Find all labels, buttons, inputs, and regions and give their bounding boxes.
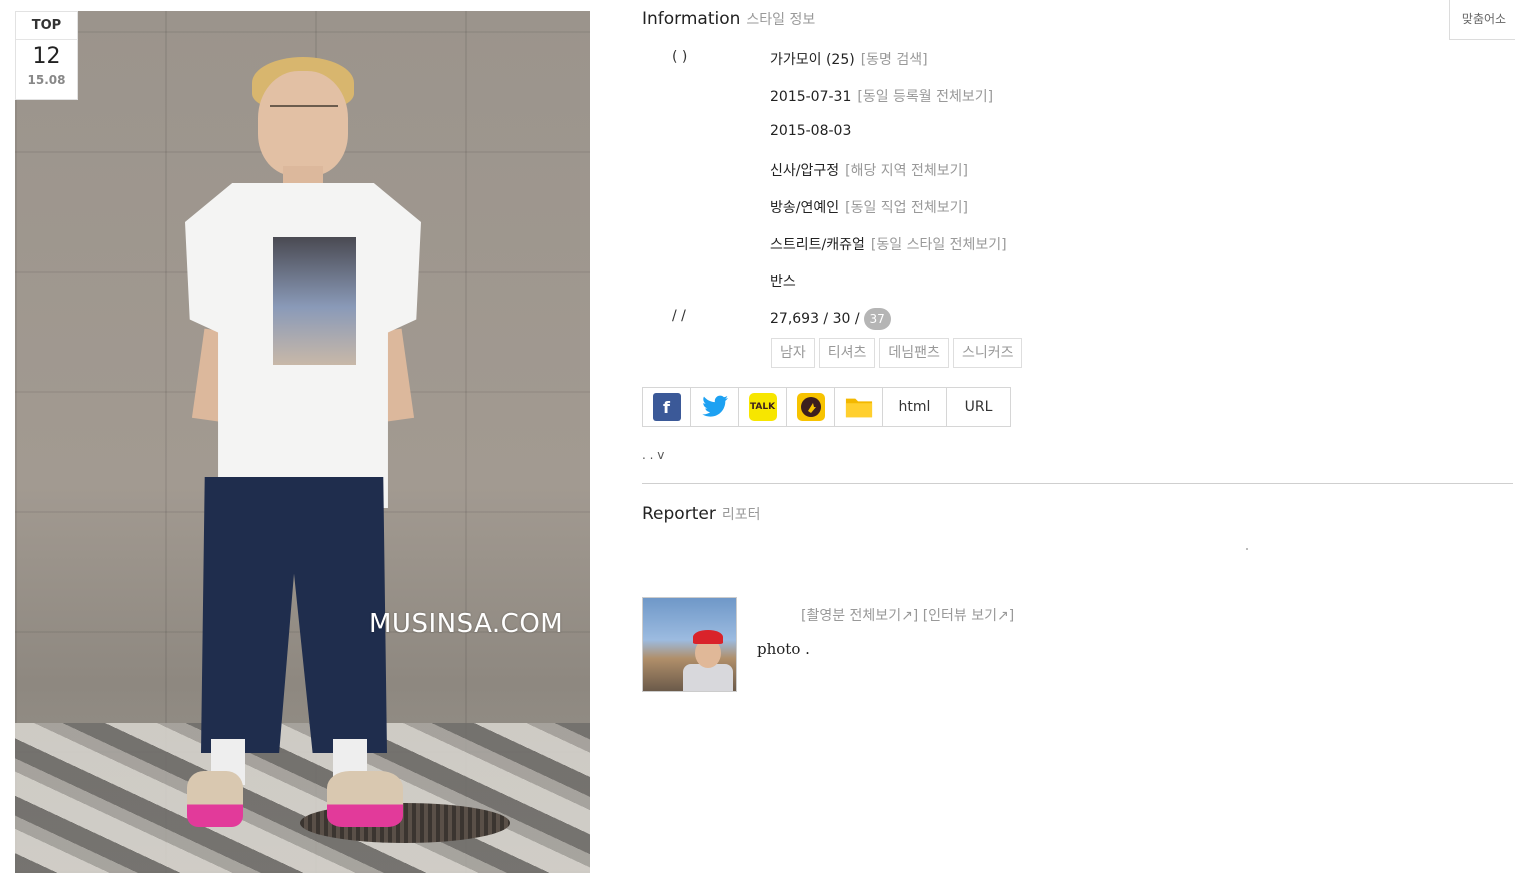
- top-badge-label: TOP: [31, 18, 62, 33]
- decorative-dot: [1246, 548, 1248, 550]
- reporter-title: Reporter: [642, 504, 716, 524]
- info-value-text: 스트리트/캐쥬얼: [770, 237, 865, 253]
- comment-count-badge[interactable]: 37: [863, 308, 891, 330]
- same-style-link[interactable]: [동일 스타일 전체보기]: [871, 237, 1007, 253]
- info-row-brand: 반스: [642, 271, 1502, 295]
- info-value-text: 2015-08-03: [770, 123, 852, 139]
- info-value-text: 반스: [770, 274, 796, 290]
- info-value-text: 방송/연예인: [770, 200, 840, 216]
- info-label: ( ): [672, 49, 688, 65]
- share-facebook-button[interactable]: f: [643, 388, 691, 426]
- tag-item[interactable]: 데님팬츠: [879, 338, 949, 368]
- info-value: 방송/연예인 [동일 직업 전체보기]: [770, 197, 968, 217]
- info-row-name: ( ) 가가모이 (25) [동명 검색]: [642, 49, 1502, 73]
- info-row-stats: / / 27,693 / 30 /37: [642, 308, 1502, 332]
- figure-shoe-left: [187, 771, 243, 827]
- info-value-text: 신사/압구정: [770, 163, 840, 179]
- tag-item[interactable]: 스니커즈: [952, 338, 1023, 368]
- reporter-avatar-body: [683, 664, 733, 691]
- tag-item[interactable]: 남자: [771, 338, 815, 368]
- share-html-button[interactable]: html: [883, 388, 947, 426]
- folder-icon: [845, 393, 873, 421]
- info-label: / /: [672, 308, 686, 324]
- info-value-text: 27,693 / 30 /: [770, 311, 860, 327]
- pavement: [15, 723, 590, 873]
- top-badge-date: 15.08: [27, 73, 66, 87]
- info-value: 27,693 / 30 /37: [770, 308, 891, 330]
- info-value: 스트리트/캐쥬얼 [동일 스타일 전체보기]: [770, 234, 1007, 254]
- information-title: Information: [642, 9, 741, 29]
- reporter-subtitle: 리포터: [721, 507, 761, 523]
- top-rank-badge: TOP 12 15.08: [15, 11, 78, 100]
- share-url-button[interactable]: URL: [947, 388, 1010, 426]
- info-value: 가가모이 (25) [동명 검색]: [770, 49, 928, 69]
- info-row-date: 2015-08-03: [642, 123, 1502, 147]
- kakaostory-icon: [796, 393, 825, 421]
- info-value: 신사/압구정 [해당 지역 전체보기]: [770, 160, 968, 180]
- info-value: 반스: [770, 271, 796, 291]
- tag-list: 남자 티셔츠 데님팬츠 스니커즈: [771, 338, 1026, 368]
- top-badge-rank: 12: [32, 44, 61, 69]
- info-row-registered: 2015-07-31 [동일 등록월 전체보기]: [642, 86, 1502, 110]
- same-month-link[interactable]: [동일 등록월 전체보기]: [857, 89, 993, 105]
- figure-shoe-right: [327, 771, 403, 827]
- same-job-link[interactable]: [동일 직업 전체보기]: [845, 200, 968, 216]
- share-kakaostory-button[interactable]: [787, 388, 835, 426]
- twitter-icon: [701, 393, 729, 421]
- kakaotalk-icon: TALK: [748, 393, 777, 421]
- info-value: 2015-07-31 [동일 등록월 전체보기]: [770, 86, 993, 106]
- info-row-style: 스트리트/캐쥬얼 [동일 스타일 전체보기]: [642, 234, 1502, 258]
- figure-glasses: [270, 105, 338, 127]
- facebook-icon: f: [652, 393, 681, 421]
- share-twitter-button[interactable]: [691, 388, 739, 426]
- tag-item[interactable]: 티셔츠: [818, 338, 876, 368]
- info-row-job: 방송/연예인 [동일 직업 전체보기]: [642, 197, 1502, 221]
- reporter-heading: Reporter 리포터: [642, 504, 760, 524]
- info-value-text: 2015-07-31: [770, 89, 852, 105]
- section-divider: [642, 483, 1513, 484]
- share-folder-button[interactable]: [835, 388, 883, 426]
- reporter-avatar-cap: [693, 630, 723, 644]
- reporter-links[interactable]: [촬영분 전체보기↗] [인터뷰 보기↗]: [801, 605, 1014, 625]
- reporter-description: photo .: [757, 640, 810, 658]
- top-badge-divider: [16, 39, 77, 40]
- corner-button[interactable]: 맞춤어소: [1449, 0, 1515, 40]
- more-toggle[interactable]: . . v: [642, 448, 664, 462]
- photo-watermark: MUSINSA.COM: [369, 609, 564, 639]
- info-value: 2015-08-03: [770, 123, 851, 139]
- street-style-photo: MUSINSA.COM: [15, 11, 590, 873]
- tshirt-print: [273, 237, 356, 365]
- reporter-avatar: [642, 597, 737, 692]
- info-row-region: 신사/압구정 [해당 지역 전체보기]: [642, 160, 1502, 184]
- info-value-text: 가가모이 (25): [770, 52, 855, 68]
- share-kakaotalk-button[interactable]: TALK: [739, 388, 787, 426]
- same-region-link[interactable]: [해당 지역 전체보기]: [845, 163, 968, 179]
- information-heading: Information 스타일 정보: [642, 9, 815, 29]
- same-name-search-link[interactable]: [동명 검색]: [861, 52, 928, 68]
- share-bar: f TALK html URL: [642, 387, 1011, 427]
- information-subtitle: 스타일 정보: [746, 12, 816, 28]
- figure-jeans: [201, 477, 387, 753]
